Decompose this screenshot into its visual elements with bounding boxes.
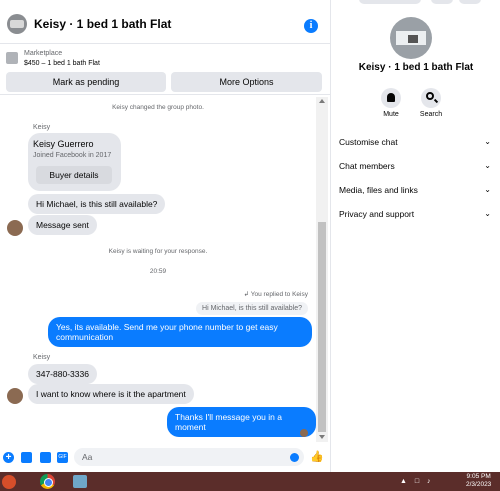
chevron-down-icon: ⌄ [484, 161, 491, 170]
app-icon[interactable] [73, 475, 87, 488]
message-list: Keisy changed the group photo. Keisy Kei… [0, 97, 316, 442]
gif-icon[interactable]: GIF [57, 452, 68, 463]
chat-members-row[interactable]: Chat members ⌄ [339, 161, 491, 171]
avatar[interactable] [7, 388, 23, 404]
buyer-joined: Joined Facebook in 2017 [33, 152, 112, 159]
row-label: Chat members [339, 161, 395, 171]
plus-icon[interactable]: + [3, 452, 14, 463]
top-toolbar [351, 0, 491, 6]
system-message: Keisy changed the group photo. [112, 104, 204, 111]
messenger-icon[interactable] [459, 0, 481, 4]
chevron-down-icon: ⌄ [484, 137, 491, 146]
waiting-notice: Keisy is waiting for your response. [108, 248, 208, 255]
search-action[interactable]: Search [411, 88, 451, 118]
media-files-links-row[interactable]: Media, files and links ⌄ [339, 185, 491, 195]
message-bubble-outgoing[interactable]: Yes, its available. Send me your phone n… [48, 317, 312, 347]
scroll-down-icon[interactable] [319, 435, 325, 439]
firefox-icon[interactable] [2, 475, 16, 489]
mute-action[interactable]: Mute [371, 88, 411, 118]
group-avatar[interactable] [390, 17, 432, 59]
privacy-support-row[interactable]: Privacy and support ⌄ [339, 209, 491, 219]
message-input[interactable]: Aa [74, 448, 304, 466]
customise-chat-row[interactable]: Customise chat ⌄ [339, 137, 491, 147]
row-label: Privacy and support [339, 209, 415, 219]
listing-source: Marketplace [24, 50, 63, 57]
clock-time: 9:05 PM [466, 473, 491, 480]
chat-details-pane: Keisy · 1 bed 1 bath Flat Mute Search Cu… [330, 0, 500, 472]
clock[interactable]: 9:05 PM 2/3/2023 [466, 473, 491, 489]
scroll-thumb[interactable] [318, 222, 326, 432]
more-options-button[interactable]: More Options [171, 72, 322, 92]
info-icon[interactable]: i [304, 19, 318, 33]
message-bubble-incoming[interactable]: I want to know where is it the apartment [28, 384, 194, 404]
search-field[interactable] [359, 0, 421, 4]
search-label: Search [419, 111, 443, 118]
listing-price-title[interactable]: $450 – 1 bed 1 bath Flat [24, 60, 100, 67]
chevron-down-icon: ⌄ [484, 209, 491, 218]
seen-avatar [300, 429, 308, 437]
replied-to-text: You replied to Keisy [250, 291, 308, 298]
buyer-name: Keisy Guerrero [33, 139, 94, 149]
clock-date: 2/3/2023 [466, 481, 492, 488]
chat-title: Keisy · 1 bed 1 bath Flat [34, 17, 172, 31]
timestamp: 20:59 [149, 268, 167, 275]
message-bubble-incoming[interactable]: 347-880-3336 [28, 364, 97, 384]
bell-icon[interactable] [381, 88, 401, 108]
chat-pane: Keisy · 1 bed 1 bath Flat i Marketplace … [0, 0, 330, 472]
menu-icon[interactable] [431, 0, 453, 4]
composer: + GIF Aa 👍 [0, 444, 330, 472]
buyer-card: Keisy Guerrero Joined Facebook in 2017 B… [28, 133, 121, 191]
replied-to-label: ↲ You replied to Keisy [244, 290, 308, 298]
sender-name: Keisy [33, 354, 51, 361]
message-bubble-incoming[interactable]: Message sent [28, 215, 97, 235]
side-title: Keisy · 1 bed 1 bath Flat [358, 62, 474, 73]
taskbar: ▲ □ ♪ 9:05 PM 2/3/2023 [0, 472, 500, 491]
sticker-icon[interactable] [40, 452, 51, 463]
message-bubble-outgoing[interactable]: Thanks I'll message you in a moment [167, 407, 316, 437]
messenger-window: Keisy · 1 bed 1 bath Flat i Marketplace … [0, 0, 500, 491]
photo-icon[interactable] [21, 452, 32, 463]
search-icon[interactable] [421, 88, 441, 108]
row-label: Media, files and links [339, 185, 418, 195]
scroll-up-icon[interactable] [319, 99, 325, 103]
reply-icon: ↲ [243, 291, 251, 298]
message-bubble-incoming[interactable]: Hi Michael, is this still available? [28, 194, 166, 214]
chat-avatar[interactable] [7, 14, 27, 34]
buyer-details-button[interactable]: Buyer details [36, 166, 112, 184]
like-icon[interactable]: 👍 [310, 451, 324, 463]
listing-thumbnail[interactable] [6, 52, 18, 64]
system-tray[interactable]: ▲ □ ♪ [400, 478, 434, 485]
sender-name: Keisy [33, 124, 51, 131]
chat-header: Keisy · 1 bed 1 bath Flat i [0, 0, 330, 44]
avatar[interactable] [7, 220, 23, 236]
mute-label: Mute [383, 111, 399, 118]
quoted-message[interactable]: Hi Michael, is this still available? [196, 302, 308, 315]
row-label: Customise chat [339, 137, 398, 147]
mark-as-pending-button[interactable]: Mark as pending [6, 72, 166, 92]
chevron-down-icon: ⌄ [484, 185, 491, 194]
chat-scrollbar[interactable] [316, 97, 328, 442]
chrome-icon[interactable] [40, 474, 55, 489]
emoji-icon[interactable] [290, 453, 299, 462]
